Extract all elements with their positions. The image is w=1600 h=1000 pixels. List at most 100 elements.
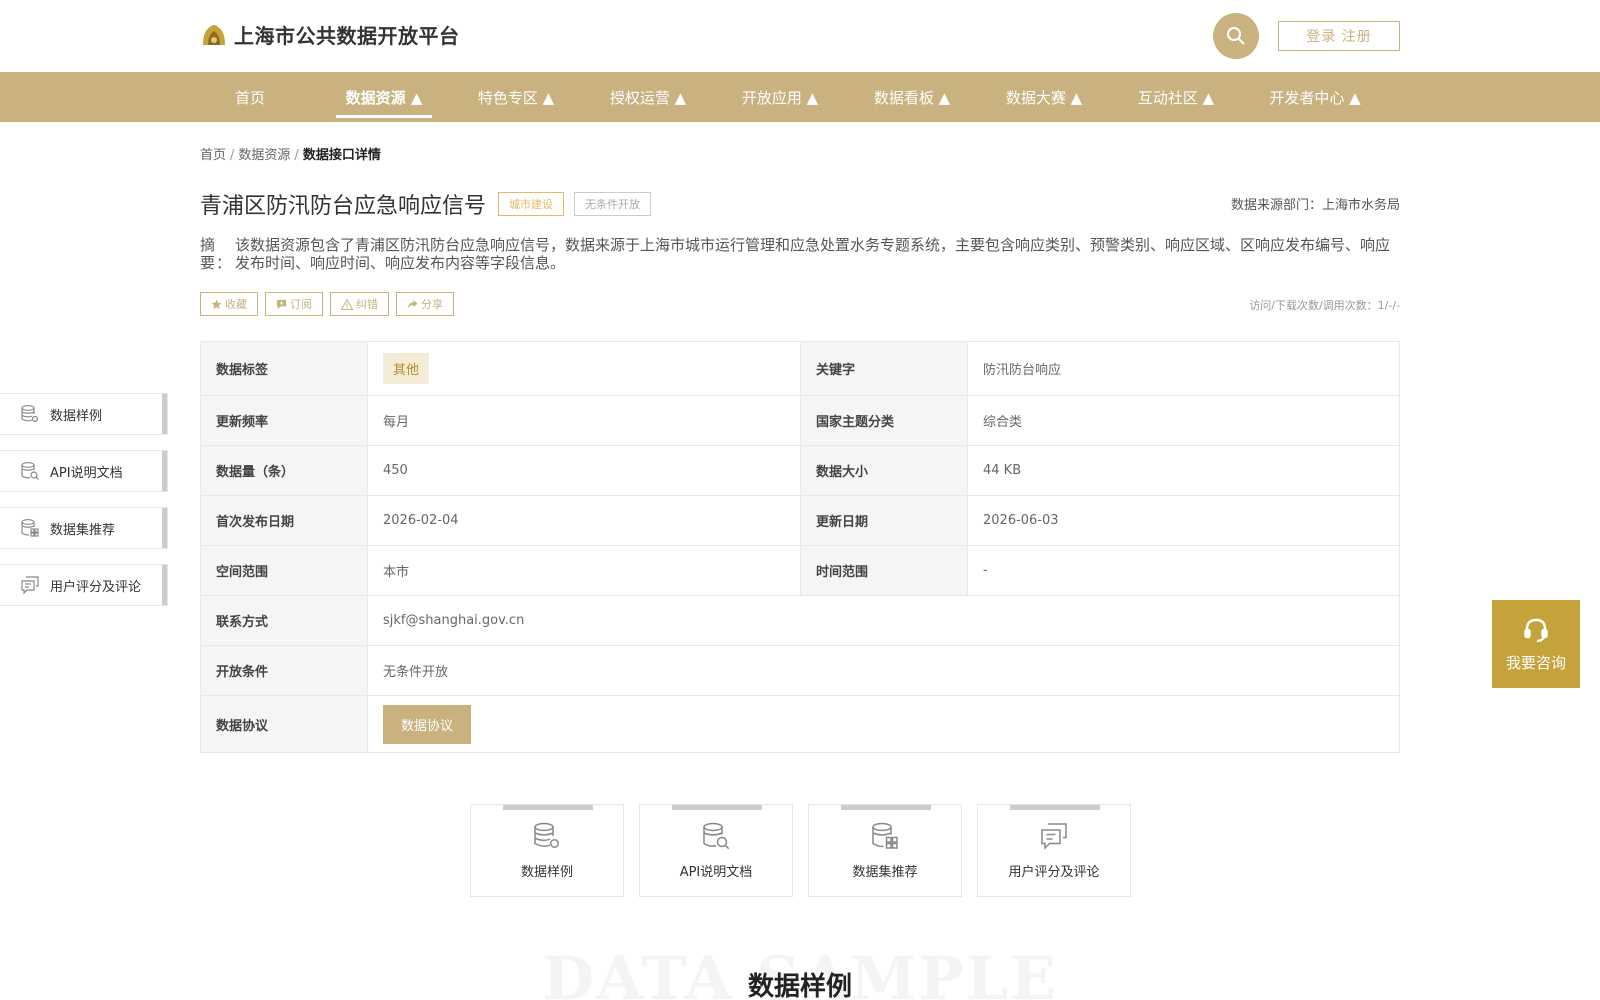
star-icon <box>211 298 222 309</box>
value-keyword: 防汛防台响应 <box>967 341 1400 396</box>
site-title: 上海市公共数据开放平台 <box>234 24 460 48</box>
tab-ratings-comments[interactable]: 用户评分及评论 <box>977 804 1131 897</box>
abstract-text: 该数据资源包含了青浦区防汛防台应急响应信号，数据来源于上海市城市运行管理和应急处… <box>235 236 1391 272</box>
database-grid-icon <box>21 519 39 537</box>
dataset-abstract: 摘要： 该数据资源包含了青浦区防汛防台应急响应信号，数据来源于上海市城市运行管理… <box>200 236 1400 272</box>
top-header: 上海市公共数据开放平台 登录 注册 <box>0 0 1600 72</box>
label-national-theme: 国家主题分类 <box>800 395 968 446</box>
side-item-data-sample[interactable]: 数据样例 <box>0 393 168 435</box>
value-spatial-range: 本市 <box>367 545 801 596</box>
subscribe-label: 订阅 <box>290 298 312 311</box>
action-bar: 收藏 订阅 纠错 分享 <box>200 292 461 316</box>
breadcrumb-separator: / <box>294 148 299 163</box>
tab-label: API说明文档 <box>679 865 753 880</box>
data-tag-pill[interactable]: 其他 <box>383 353 430 384</box>
side-item-api-docs[interactable]: API说明文档 <box>0 450 168 492</box>
main-nav: 首页 数据资源 ▲ 特色专区 ▲ 授权运营 ▲ 开放应用 ▲ 数据看板 ▲ 数据… <box>0 72 1600 122</box>
section-tabs: 数据样例 API说明文档 数据集推荐 用户评分及评论 <box>470 804 1146 897</box>
label-open-condition: 开放条件 <box>200 645 368 696</box>
side-item-label: 数据集推荐 <box>50 522 116 538</box>
login-register-button[interactable]: 登录 注册 <box>1278 21 1400 51</box>
database-search-icon <box>703 822 730 850</box>
section-title: 数据样例 <box>747 972 852 1000</box>
data-agreement-button[interactable]: 数据协议 <box>383 704 472 744</box>
favorite-label: 收藏 <box>225 298 247 311</box>
tab-data-sample[interactable]: 数据样例 <box>470 804 624 897</box>
open-condition-tag: 无条件开放 <box>574 192 652 216</box>
comment-icon <box>21 576 39 595</box>
table-row: 开放条件 无条件开放 <box>200 645 1400 696</box>
comment-icon <box>1041 823 1067 850</box>
label-data-agreement: 数据协议 <box>200 695 368 753</box>
label-update-date: 更新日期 <box>800 495 968 546</box>
correct-label: 纠错 <box>356 298 378 311</box>
label-data-size: 数据大小 <box>800 445 968 496</box>
breadcrumb: 首页 / 数据资源 / 数据接口详情 <box>200 144 381 163</box>
label-first-publish-date: 首次发布日期 <box>200 495 368 546</box>
nav-item-developer[interactable]: 开发者中心 ▲ <box>1260 72 1370 122</box>
share-button[interactable]: 分享 <box>396 292 454 316</box>
subscribe-button[interactable]: 订阅 <box>265 292 323 316</box>
side-item-ratings-comments[interactable]: 用户评分及评论 <box>0 564 168 606</box>
side-item-dataset-recommend[interactable]: 数据集推荐 <box>0 507 168 549</box>
value-national-theme: 综合类 <box>967 395 1400 446</box>
consult-label: 我要咨询 <box>1505 653 1566 672</box>
subscribe-icon <box>276 299 287 309</box>
category-tag[interactable]: 城市建设 <box>498 192 565 216</box>
breadcrumb-current: 数据接口详情 <box>302 148 381 163</box>
label-update-frequency: 更新频率 <box>200 395 368 446</box>
share-label: 分享 <box>421 298 443 311</box>
side-item-label: API说明文档 <box>50 465 123 481</box>
database-gear-icon <box>21 405 39 423</box>
search-button[interactable] <box>1213 13 1259 59</box>
nav-item-open-apps[interactable]: 开放应用 ▲ <box>732 72 828 122</box>
search-icon <box>1227 27 1245 45</box>
page-title: 青浦区防汛防台应急响应信号 <box>200 194 487 219</box>
nav-item-data-dashboard[interactable]: 数据看板 ▲ <box>864 72 960 122</box>
nav-item-authorized-ops[interactable]: 授权运营 ▲ <box>600 72 696 122</box>
label-spatial-range: 空间范围 <box>200 545 368 596</box>
value-data-agreement: 数据协议 <box>367 695 1400 753</box>
consult-button[interactable]: 我要咨询 <box>1492 600 1580 688</box>
value-time-range: - <box>967 545 1400 596</box>
nav-item-community[interactable]: 互动社区 ▲ <box>1128 72 1224 122</box>
side-anchor-nav: 数据样例 API说明文档 数据集推荐 用户评分及评论 <box>0 393 168 621</box>
tab-api-docs[interactable]: API说明文档 <box>639 804 793 897</box>
value-contact: sjkf@shanghai.gov.cn <box>367 595 1400 646</box>
breadcrumb-resources[interactable]: 数据资源 <box>238 148 290 163</box>
database-search-icon <box>21 462 39 480</box>
logo-mark-icon <box>203 24 225 45</box>
value-update-frequency: 每月 <box>367 395 801 446</box>
label-data-tag: 数据标签 <box>200 341 368 396</box>
value-data-size: 44 KB <box>967 445 1400 496</box>
nav-item-data-resources[interactable]: 数据资源 ▲ <box>336 72 432 122</box>
abstract-label: 摘要： <box>200 236 233 272</box>
value-first-publish-date: 2026-02-04 <box>367 495 801 546</box>
side-item-label: 用户评分及评论 <box>50 579 142 595</box>
side-item-label: 数据样例 <box>50 408 103 424</box>
breadcrumb-home[interactable]: 首页 <box>200 148 226 163</box>
table-row: 数据协议 数据协议 <box>200 695 1400 753</box>
dataset-info-table: 数据标签 其他 关键字 防汛防台响应 更新频率 每月 国家主题分类 综合类 数据… <box>200 341 1400 753</box>
label-contact: 联系方式 <box>200 595 368 646</box>
label-record-count: 数据量（条） <box>200 445 368 496</box>
dataset-title-row: 青浦区防汛防台应急响应信号 城市建设 无条件开放 数据来源部门：上海市水务局 <box>200 188 1400 220</box>
nav-item-data-contest[interactable]: 数据大赛 ▲ <box>996 72 1092 122</box>
table-row: 联系方式 sjkf@shanghai.gov.cn <box>200 595 1400 646</box>
value-data-tag: 其他 <box>367 341 801 396</box>
nav-item-home[interactable]: 首页 <box>220 72 280 122</box>
warning-icon <box>341 298 353 310</box>
breadcrumb-separator: / <box>230 148 235 163</box>
site-logo[interactable]: 上海市公共数据开放平台 <box>200 20 460 49</box>
table-row: 更新频率 每月 国家主题分类 综合类 <box>200 395 1400 446</box>
tab-label: 数据集推荐 <box>852 865 918 880</box>
correct-button[interactable]: 纠错 <box>330 292 389 316</box>
nav-item-special-zone[interactable]: 特色专区 ▲ <box>468 72 564 122</box>
favorite-button[interactable]: 收藏 <box>200 292 258 316</box>
tab-label: 数据样例 <box>520 865 573 880</box>
data-sample-section-heading: DATA SAMPLE 数据样例 <box>0 946 1600 1000</box>
table-row: 空间范围 本市 时间范围 - <box>200 545 1400 596</box>
tab-label: 用户评分及评论 <box>1008 865 1100 880</box>
share-icon <box>407 299 418 309</box>
tab-dataset-recommend[interactable]: 数据集推荐 <box>808 804 962 897</box>
